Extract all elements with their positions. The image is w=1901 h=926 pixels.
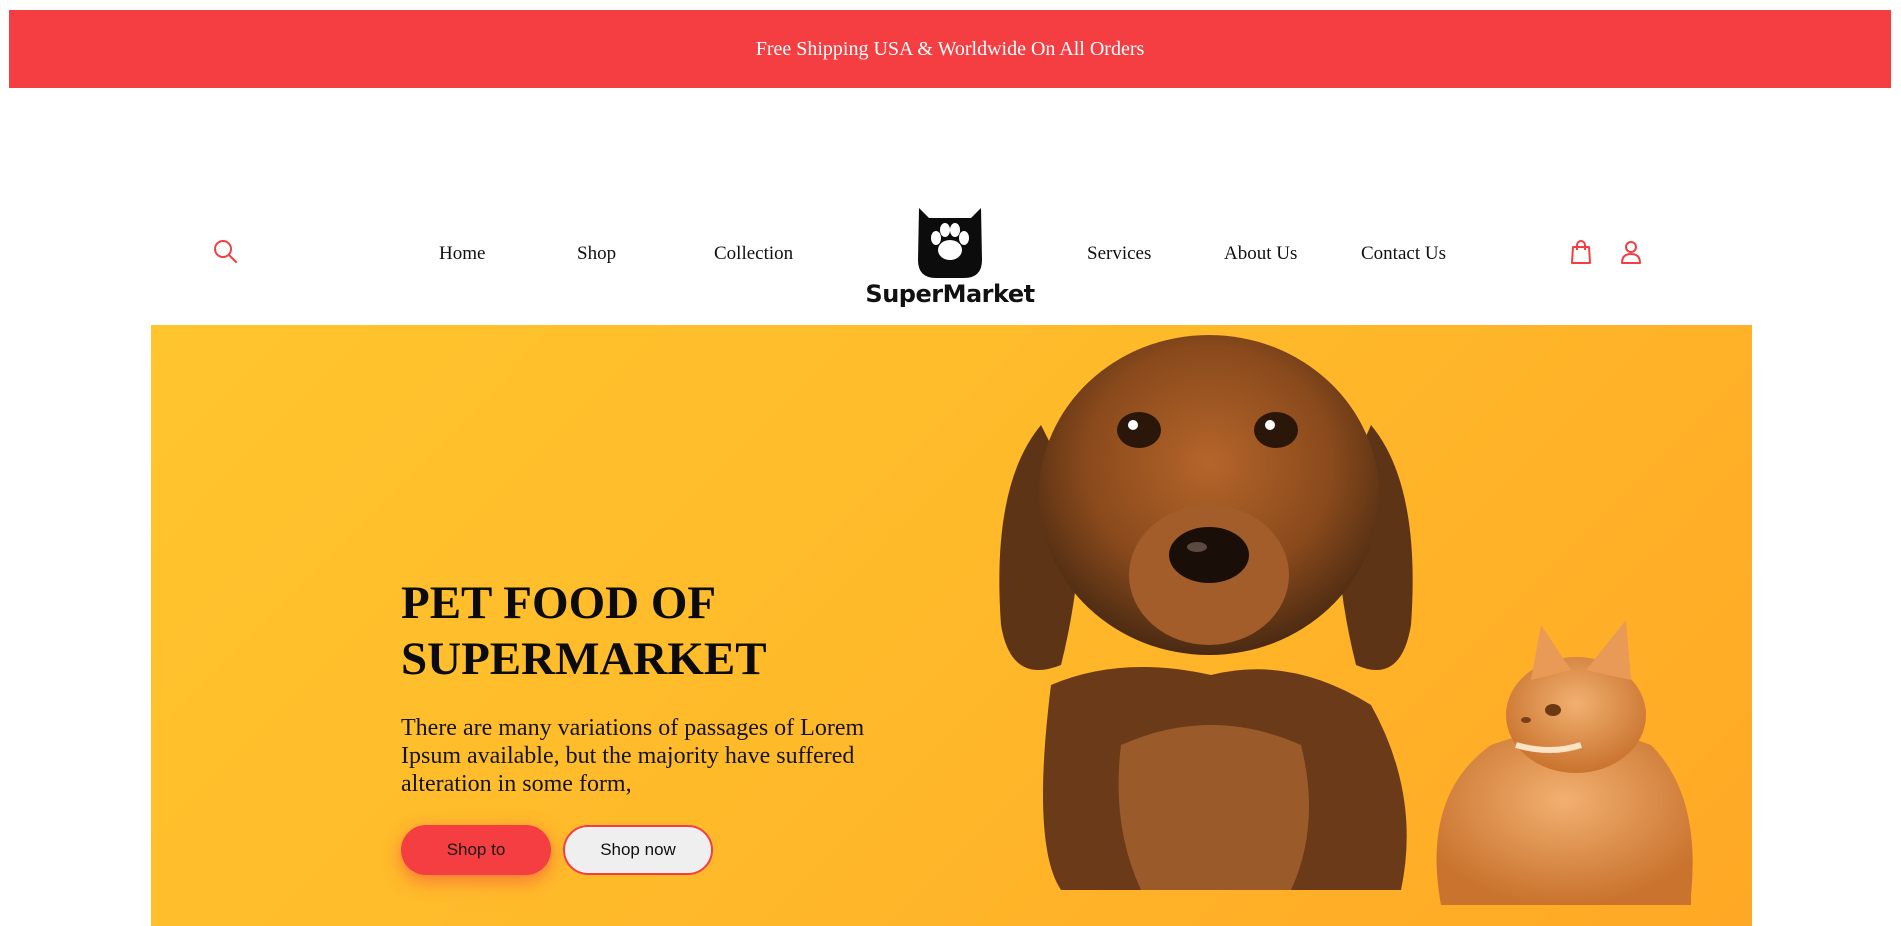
dog-and-cat-photo xyxy=(999,335,1693,905)
nav-home[interactable]: Home xyxy=(439,243,485,265)
hero-description: There are many variations of passages of… xyxy=(401,715,865,797)
shopping-bag-icon[interactable] xyxy=(1566,237,1596,267)
search-icon[interactable] xyxy=(210,237,240,267)
nav-contact-us[interactable]: Contact Us xyxy=(1361,243,1446,265)
logo[interactable]: SuperMarket xyxy=(864,198,1036,308)
hero-banner: PET FOOD OF SUPERMARKET There are many v… xyxy=(151,325,1752,926)
user-icon[interactable] xyxy=(1616,237,1646,267)
shop-now-button[interactable]: Shop now xyxy=(563,825,713,875)
site-header: Home Shop Collection SuperMarket Service… xyxy=(0,190,1901,310)
nav-about-us[interactable]: About Us xyxy=(1224,243,1297,265)
cat-paw-logo-icon xyxy=(918,208,982,278)
shop-to-button[interactable]: Shop to xyxy=(401,825,551,875)
nav-services[interactable]: Services xyxy=(1087,243,1151,265)
announcement-text: Free Shipping USA & Worldwide On All Ord… xyxy=(755,37,1145,60)
logo-wordmark: SuperMarket xyxy=(865,280,1035,308)
nav-collection[interactable]: Collection xyxy=(714,243,793,265)
nav-shop[interactable]: Shop xyxy=(577,243,616,265)
announcement-bar: Free Shipping USA & Worldwide On All Ord… xyxy=(9,10,1891,88)
hero-title: PET FOOD OF SUPERMARKET xyxy=(401,577,767,685)
